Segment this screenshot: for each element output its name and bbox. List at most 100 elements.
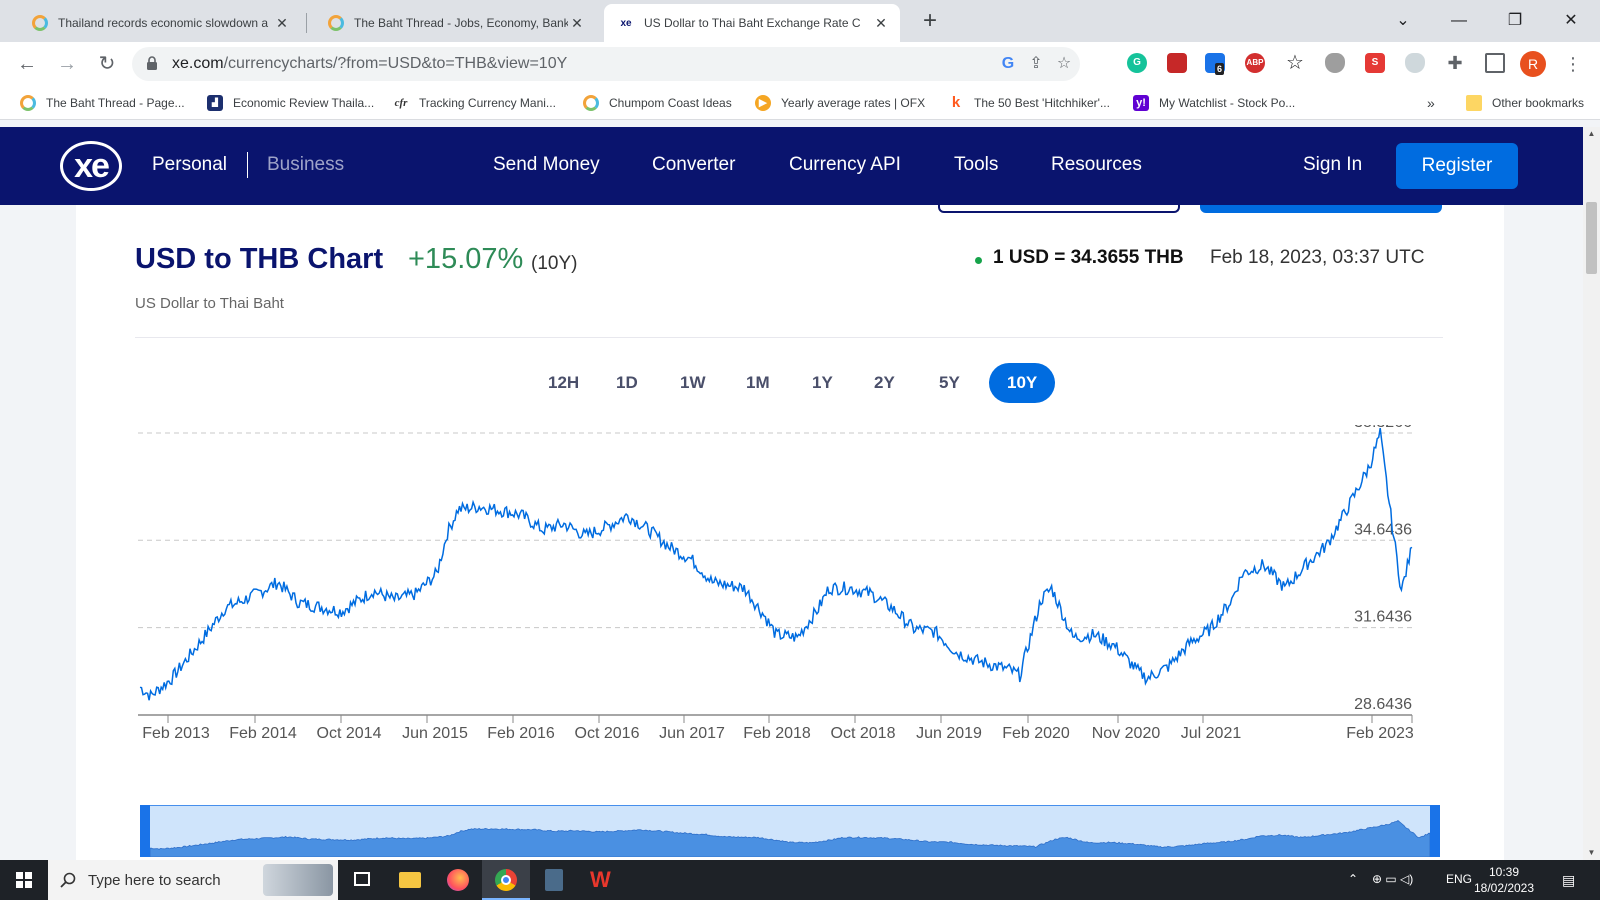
file-explorer-icon[interactable] bbox=[386, 860, 434, 900]
period-tab-1w[interactable]: 1W bbox=[662, 363, 724, 403]
forward-arrow-icon[interactable]: → bbox=[52, 50, 82, 78]
bookmark-star-icon[interactable]: ☆ bbox=[1054, 54, 1074, 74]
calculator-icon[interactable] bbox=[530, 860, 578, 900]
navigator-right-handle[interactable] bbox=[1430, 805, 1440, 857]
yahoo-favicon-icon: y! bbox=[1133, 95, 1149, 111]
bookmark-label: The 50 Best 'Hitchhiker'... bbox=[974, 96, 1110, 110]
chart-title: USD to THB Chart bbox=[135, 243, 384, 275]
period-tab-1d[interactable]: 1D bbox=[598, 363, 656, 403]
rate-line-chart[interactable]: 38.3266 34.6436 31.6436 28.6436 Feb 2013 Feb … bbox=[130, 425, 1450, 765]
bookmark-item[interactable]: ▶ Yearly average rates | OFX bbox=[755, 95, 925, 111]
bookmark-item[interactable]: ▟ Economic Review Thaila... bbox=[207, 95, 374, 111]
bookmark-item[interactable]: k The 50 Best 'Hitchhiker'... bbox=[948, 95, 1110, 111]
taskbar-search[interactable]: Type here to search bbox=[48, 860, 338, 900]
period-tab-12h[interactable]: 12H bbox=[530, 363, 597, 403]
x-tick-label: Feb 2016 bbox=[487, 725, 555, 742]
nav-business[interactable]: Business bbox=[267, 154, 344, 176]
nav-resources[interactable]: Resources bbox=[1051, 154, 1142, 176]
book-extension-icon[interactable] bbox=[1167, 53, 1187, 73]
x-tick-label: Feb 2023 bbox=[1346, 725, 1414, 742]
period-tab-1m[interactable]: 1M bbox=[728, 363, 788, 403]
task-view-icon[interactable] bbox=[338, 860, 386, 900]
user-extension-icon[interactable]: 6 bbox=[1205, 53, 1225, 75]
nav-personal[interactable]: Personal bbox=[152, 154, 227, 176]
firefox-icon[interactable] bbox=[434, 860, 482, 900]
privacy-shield-icon[interactable] bbox=[1405, 53, 1425, 73]
puzzle-icon[interactable]: ✚ bbox=[1445, 53, 1465, 73]
nav-currency-api[interactable]: Currency API bbox=[789, 154, 901, 176]
bookmark-item[interactable]: The Baht Thread - Page... bbox=[20, 95, 185, 111]
tray-status-icons[interactable]: ⊕ ▭ ◁) bbox=[1372, 872, 1413, 886]
scrollbar-thumb[interactable] bbox=[1586, 202, 1597, 274]
scroll-up-arrow-icon[interactable]: ▲ bbox=[1583, 127, 1600, 141]
period-tab-10y[interactable]: 10Y bbox=[989, 363, 1056, 403]
profile-avatar[interactable]: R bbox=[1520, 51, 1546, 77]
bookmark-item[interactable]: Chumpom Coast Ideas bbox=[583, 95, 732, 111]
tab-title: Thailand records economic slowdown a bbox=[58, 16, 269, 30]
page-scrollbar[interactable]: ▲ ▼ bbox=[1583, 127, 1600, 860]
back-arrow-icon[interactable]: ← bbox=[12, 50, 42, 78]
star-extension-icon[interactable]: ☆ bbox=[1285, 53, 1305, 73]
google-lens-icon[interactable]: G bbox=[998, 54, 1018, 74]
xe-logo[interactable]: xe bbox=[60, 141, 122, 191]
close-icon[interactable]: ✕ bbox=[872, 15, 890, 32]
wps-office-icon[interactable]: W bbox=[578, 860, 626, 900]
browser-tab-3-active[interactable]: xe US Dollar to Thai Baht Exchange Rate … bbox=[604, 4, 900, 42]
y-tick-label: 38.3266 bbox=[1354, 425, 1412, 431]
windows-start-icon[interactable] bbox=[0, 860, 48, 900]
browser-tab-2[interactable]: The Baht Thread - Jobs, Economy, Bank ✕ bbox=[314, 4, 596, 42]
minimize-icon[interactable]: — bbox=[1436, 6, 1482, 36]
navigator-left-handle[interactable] bbox=[140, 805, 150, 857]
nav-converter[interactable]: Converter bbox=[652, 154, 735, 176]
window-close-icon[interactable]: ✕ bbox=[1548, 6, 1594, 36]
bookmark-item[interactable]: cfr Tracking Currency Mani... bbox=[393, 95, 556, 111]
address-bar[interactable]: xe.com/currencycharts/?from=USD&to=THB&v… bbox=[132, 47, 1080, 81]
nav-send-money[interactable]: Send Money bbox=[493, 154, 600, 176]
bookmark-label: Economic Review Thaila... bbox=[233, 96, 375, 110]
tray-chevron-icon[interactable]: ⌃ bbox=[1348, 872, 1358, 886]
taskbar-clock[interactable]: 10:39 18/02/2023 bbox=[1464, 864, 1544, 896]
range-navigator[interactable] bbox=[140, 805, 1440, 857]
browser-tab-1[interactable]: Thailand records economic slowdown a ✕ bbox=[18, 4, 301, 42]
x-tick-label: Jun 2019 bbox=[916, 725, 982, 742]
menu-kebab-icon[interactable]: ⋮ bbox=[1558, 50, 1588, 78]
s-extension-icon[interactable]: S bbox=[1365, 53, 1385, 73]
x-tick-label: Jun 2017 bbox=[659, 725, 725, 742]
reload-icon[interactable]: ↻ bbox=[92, 50, 122, 78]
ring-favicon-icon bbox=[20, 95, 36, 111]
browser-tab-bar: Thailand records economic slowdown a ✕ T… bbox=[0, 0, 1600, 42]
bookmark-item[interactable]: y! My Watchlist - Stock Po... bbox=[1133, 95, 1295, 111]
scrolled-outline-button[interactable] bbox=[938, 205, 1180, 213]
k-favicon-icon: k bbox=[951, 94, 961, 111]
shield-icon[interactable] bbox=[1325, 53, 1345, 73]
sign-in-link[interactable]: Sign In bbox=[1303, 154, 1362, 176]
ofx-favicon-icon: ▶ bbox=[755, 95, 771, 111]
grammarly-icon[interactable]: G bbox=[1127, 53, 1147, 73]
share-icon[interactable]: ⇪ bbox=[1026, 54, 1046, 74]
tab-title: US Dollar to Thai Baht Exchange Rate C bbox=[644, 16, 861, 30]
other-bookmarks[interactable]: Other bookmarks bbox=[1466, 95, 1584, 111]
side-panel-icon[interactable] bbox=[1485, 53, 1505, 73]
new-tab-button[interactable]: + bbox=[916, 8, 944, 36]
notifications-icon[interactable]: ▤ bbox=[1562, 872, 1575, 889]
chrome-icon[interactable] bbox=[482, 860, 530, 900]
tab-search-icon[interactable]: ⌄ bbox=[1380, 6, 1426, 36]
adblock-icon[interactable]: ABP bbox=[1245, 53, 1265, 73]
bookmarks-bar: The Baht Thread - Page... ▟ Economic Rev… bbox=[0, 86, 1600, 120]
current-rate: 1 USD = 34.3655 THB bbox=[993, 247, 1184, 268]
ring-favicon-icon bbox=[583, 95, 599, 111]
close-icon[interactable]: ✕ bbox=[568, 15, 586, 32]
restore-icon[interactable]: ❐ bbox=[1492, 6, 1538, 36]
scroll-down-arrow-icon[interactable]: ▼ bbox=[1583, 846, 1600, 860]
register-button[interactable]: Register bbox=[1396, 143, 1518, 189]
scrolled-primary-button[interactable] bbox=[1200, 205, 1442, 213]
period-tab-5y[interactable]: 5Y bbox=[921, 363, 978, 403]
clock-time: 10:39 bbox=[1488, 865, 1520, 879]
url-host: xe.com bbox=[172, 55, 224, 72]
period-tab-2y[interactable]: 2Y bbox=[856, 363, 913, 403]
nav-tools[interactable]: Tools bbox=[954, 154, 998, 176]
close-icon[interactable]: ✕ bbox=[273, 15, 291, 32]
y-tick-label: 28.6436 bbox=[1354, 696, 1412, 713]
period-tab-1y[interactable]: 1Y bbox=[794, 363, 851, 403]
bookmarks-overflow-button[interactable]: » bbox=[1427, 95, 1435, 111]
